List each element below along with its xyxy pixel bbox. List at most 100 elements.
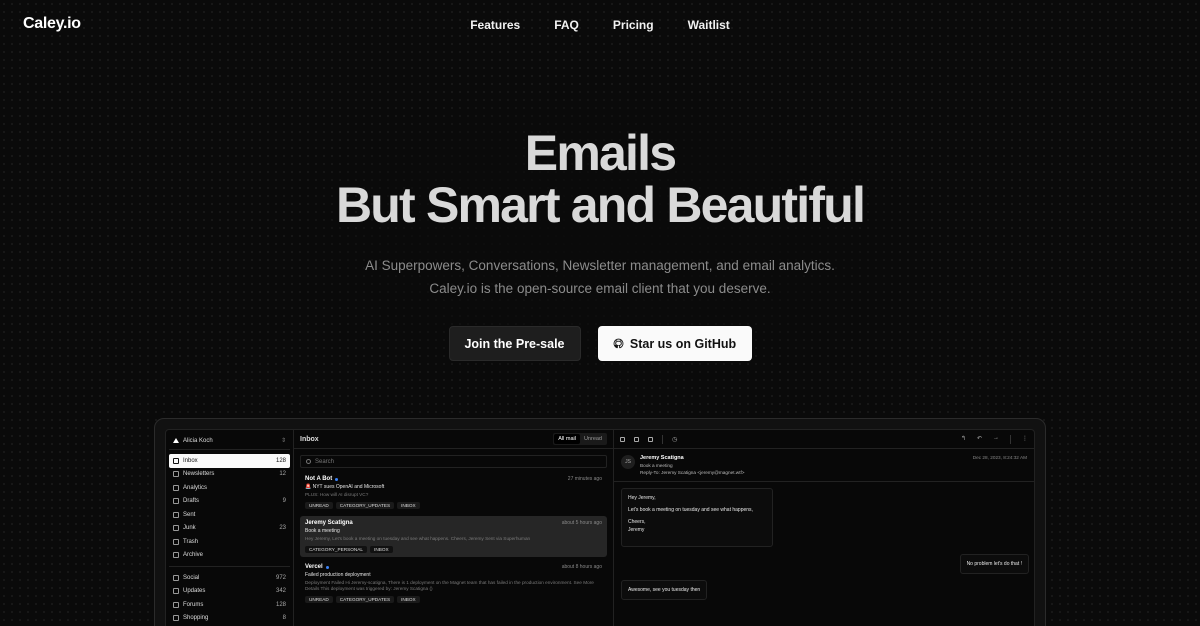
- mail-preview: Deployment Failed Hi Jeremy-scatigna, Th…: [305, 580, 594, 591]
- join-presale-label: Join the Pre-sale: [464, 336, 565, 351]
- mail-list-item[interactable]: Not A Bot 27 minutes ago 🚨 NYT sues OpenAI…: [300, 472, 607, 513]
- reader-date: Dec 28, 2023, 8:24:32 AM: [972, 455, 1027, 460]
- sidebar-item-junk[interactable]: Junk 23: [169, 522, 290, 536]
- forward-icon[interactable]: →: [993, 435, 999, 444]
- hero-subtitle-line-2: Caley.io is the open-source email client…: [429, 281, 771, 296]
- sidebar-item-newsletters[interactable]: Newsletters 12: [169, 468, 290, 482]
- github-star-button[interactable]: Star us on GitHub: [597, 326, 752, 361]
- mail-list-header: Inbox All mail Unread: [294, 430, 613, 449]
- sidebar-item-count: 128: [275, 457, 286, 464]
- unread-dot-icon: [335, 477, 339, 481]
- filter-all-mail[interactable]: All mail: [554, 434, 580, 444]
- mail-subject: Failed production deployment: [305, 572, 371, 578]
- app-preview-frame: Alicia Koch ⇕ Inbox 128 Newsletters 12 Analy…: [154, 418, 1046, 626]
- message-bubble-sent: No problem let's do that !: [959, 554, 1029, 574]
- reply-icon[interactable]: ↰: [961, 435, 966, 444]
- mail-tag: INBOX: [370, 546, 393, 553]
- nav-waitlist[interactable]: Waitlist: [671, 18, 747, 32]
- sidebar-item-updates[interactable]: Updates 342: [169, 585, 290, 599]
- junk-icon[interactable]: [634, 436, 639, 442]
- sidebar-item-label: Sent: [183, 511, 196, 518]
- account-name: Alicia Koch: [183, 437, 213, 444]
- mail-search[interactable]: Search: [300, 455, 607, 468]
- mail-list-title: Inbox: [300, 435, 319, 443]
- archive-icon[interactable]: [620, 436, 625, 442]
- search-placeholder: Search: [315, 458, 335, 465]
- sidebar-item-archive[interactable]: Archive: [169, 549, 290, 563]
- more-vertical-icon[interactable]: ⋮: [1022, 435, 1028, 444]
- sidebar-item-label: Inbox: [183, 457, 198, 464]
- account-logo-icon: [173, 438, 179, 443]
- newsletter-icon: [173, 471, 179, 478]
- mail-time: about 5 hours ago: [561, 520, 602, 526]
- mail-subject: 🚨 NYT sues OpenAI and Microsoft: [305, 484, 385, 490]
- sidebar-primary: Inbox 128 Newsletters 12 Analytics Drafts 9 Sen…: [169, 454, 290, 562]
- nav-features[interactable]: Features: [453, 18, 537, 32]
- mail-sender: Not A Bot: [305, 476, 333, 482]
- sidebar-item-label: Drafts: [183, 498, 200, 505]
- sidebar-item-social[interactable]: Social 972: [169, 571, 290, 585]
- account-switcher[interactable]: Alicia Koch ⇕: [169, 434, 290, 450]
- filter-unread[interactable]: Unread: [580, 434, 606, 444]
- hero-title: Emails But Smart and Beautiful: [0, 127, 1200, 231]
- mail-item-header: Not A Bot 27 minutes ago: [305, 476, 602, 482]
- sidebar-item-label: Forums: [183, 601, 204, 608]
- sidebar-item-count: 8: [282, 615, 286, 622]
- mail-list-item[interactable]: Vercel about 8 hours ago Failed production…: [300, 560, 607, 607]
- sidebar-item-count: 128: [275, 601, 286, 608]
- message-line: Jeremy: [628, 527, 645, 533]
- cta-group: Join the Pre-sale Star us on GitHub: [0, 326, 1200, 361]
- top-nav: Features FAQ Pricing Waitlist: [0, 18, 1200, 32]
- nav-faq[interactable]: FAQ: [537, 18, 596, 32]
- junk-icon: [173, 525, 179, 532]
- mail-tag: CATEGORY_PERSONAL: [305, 546, 368, 553]
- sidebar-item-inbox[interactable]: Inbox 128: [169, 454, 290, 468]
- shopping-icon: [173, 615, 179, 622]
- sidebar-item-forums[interactable]: Forums 128: [169, 598, 290, 612]
- sidebar-item-label: Trash: [183, 538, 199, 545]
- github-icon: [613, 338, 624, 349]
- sidebar-item-count: 972: [275, 574, 286, 581]
- mail-filter-toggle: All mail Unread: [553, 433, 607, 445]
- hero-title-line-2: But Smart and Beautiful: [335, 177, 866, 233]
- reader-toolbar-right: ↰ ↶ → ⋮: [961, 434, 1028, 444]
- join-presale-button[interactable]: Join the Pre-sale: [448, 326, 581, 361]
- sidebar-item-label: Archive: [183, 552, 204, 559]
- mail-tags: UNREAD CATEGORY_UPDATES INBOX: [305, 502, 602, 509]
- sender-avatar: JS: [621, 455, 635, 469]
- sidebar-item-count: 23: [279, 525, 286, 532]
- github-star-label: Star us on GitHub: [629, 336, 737, 351]
- nav-pricing[interactable]: Pricing: [596, 18, 671, 32]
- mail-tag: CATEGORY_UPDATES: [335, 502, 395, 509]
- trash-icon: [173, 538, 179, 545]
- sidebar-item-count: 9: [282, 498, 286, 505]
- mail-sidebar: Alicia Koch ⇕ Inbox 128 Newsletters 12 Analy…: [166, 430, 294, 626]
- hero-title-line-1: Emails: [524, 125, 677, 181]
- reply-all-icon[interactable]: ↶: [977, 435, 982, 444]
- hero-subtitle: AI Superpowers, Conversations, Newslette…: [0, 254, 1200, 300]
- trash-icon[interactable]: [648, 436, 653, 442]
- sidebar-item-trash[interactable]: Trash: [169, 535, 290, 549]
- mail-list-item[interactable]: Jeremy Scatigna about 5 hours ago Book a m…: [300, 516, 607, 557]
- sidebar-item-label: Social: [183, 574, 200, 581]
- mail-tag: INBOX: [397, 502, 420, 509]
- social-icon: [173, 574, 179, 581]
- snooze-clock-icon[interactable]: ◷: [672, 436, 677, 443]
- sidebar-item-shopping[interactable]: Shopping 8: [169, 612, 290, 626]
- toolbar-divider: [1010, 434, 1011, 444]
- unread-dot-icon: [325, 565, 329, 569]
- mail-subject: Book a meeting: [305, 528, 340, 534]
- message-line: Hey Jeremy,: [628, 495, 656, 501]
- sidebar-item-sent[interactable]: Sent: [169, 508, 290, 522]
- sidebar-item-drafts[interactable]: Drafts 9: [169, 495, 290, 509]
- mail-tag: INBOX: [397, 596, 420, 603]
- mail-list: Inbox All mail Unread Search Not A Bot 27…: [294, 430, 614, 626]
- app-preview: Alicia Koch ⇕ Inbox 128 Newsletters 12 Analy…: [165, 429, 1035, 626]
- drafts-icon: [173, 498, 179, 505]
- hero-subtitle-line-1: AI Superpowers, Conversations, Newslette…: [365, 258, 835, 273]
- sidebar-item-count: 12: [279, 471, 286, 478]
- mail-tag: CATEGORY_UPDATES: [335, 596, 395, 603]
- inbox-icon: [173, 457, 179, 464]
- forums-icon: [173, 601, 179, 608]
- sidebar-item-analytics[interactable]: Analytics: [169, 481, 290, 495]
